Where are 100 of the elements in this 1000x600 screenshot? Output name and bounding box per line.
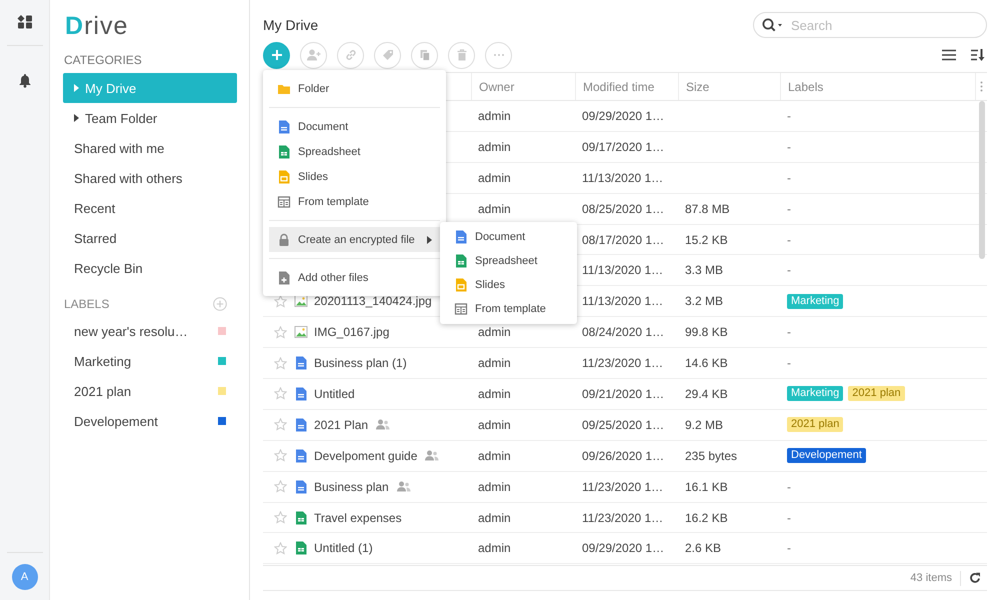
menu-item[interactable]: Document	[440, 225, 577, 249]
spreadsheet-icon	[277, 144, 291, 158]
caret-icon	[74, 84, 79, 92]
document-icon	[294, 418, 308, 432]
file-name[interactable]: Business plan (1)	[314, 356, 407, 370]
table-cell: 16.2 KB	[685, 510, 728, 525]
column-menu-icon[interactable]	[980, 81, 983, 92]
file-name[interactable]: Develpoment guide	[314, 448, 418, 463]
template-icon	[277, 194, 291, 208]
scrollbar-thumb[interactable]	[979, 101, 985, 259]
add-button[interactable]	[263, 42, 290, 68]
nav-item[interactable]: Recycle Bin	[63, 253, 237, 283]
label-tag[interactable]: Developement	[787, 448, 866, 464]
delete-button[interactable]	[448, 42, 475, 68]
table-cell: 09/17/2020 1…	[582, 140, 664, 154]
table-cell: 15.2 KB	[685, 232, 728, 246]
nav-item[interactable]: Shared with others	[63, 163, 237, 193]
spreadsheet-icon	[454, 254, 468, 268]
nav-item[interactable]: Recent	[63, 193, 237, 223]
menu-item[interactable]: Folder	[269, 76, 440, 101]
menu-item[interactable]: Slides	[440, 273, 577, 297]
table-cell: 11/13/2020 1…	[582, 170, 664, 185]
star-icon[interactable]	[274, 449, 287, 462]
image-icon	[294, 325, 308, 340]
add-icon[interactable]	[213, 297, 227, 311]
copy-button[interactable]	[411, 42, 438, 68]
table-cell: admin	[478, 448, 511, 463]
table-cell: admin	[478, 140, 511, 154]
add-user-icon	[306, 49, 320, 61]
column-header[interactable]: Size	[686, 80, 710, 94]
menu-item[interactable]: Slides	[269, 164, 440, 189]
link-button[interactable]	[337, 42, 364, 68]
tag-button[interactable]	[374, 42, 401, 68]
sort-icon[interactable]	[971, 48, 985, 62]
document-icon	[294, 386, 308, 401]
bell-icon[interactable]	[18, 73, 32, 88]
table-cell: admin	[478, 510, 511, 525]
file-name[interactable]: 20201113_140424.jpg	[314, 294, 432, 308]
file-name[interactable]: Untitled	[314, 386, 355, 401]
star-icon[interactable]	[274, 511, 287, 524]
table-cell: 14.6 KB	[685, 356, 728, 370]
table-cell: -	[787, 541, 791, 556]
document-icon	[277, 120, 291, 134]
menu-item[interactable]: Spreadsheet	[269, 139, 440, 164]
label-item[interactable]: 2021 plan	[63, 376, 237, 406]
table-cell: 08/25/2020 1…	[582, 202, 664, 216]
label-item[interactable]: Developement	[63, 406, 237, 436]
table-cell: admin	[478, 170, 511, 185]
table-cell: -	[787, 325, 791, 340]
column-header[interactable]: Modified time	[583, 80, 654, 94]
star-icon[interactable]	[274, 418, 287, 432]
document-icon	[294, 448, 308, 463]
star-icon[interactable]	[274, 480, 287, 494]
file-name[interactable]: 2021 Plan	[314, 418, 368, 432]
copy-icon	[418, 49, 430, 61]
add-file-icon	[277, 270, 291, 284]
more-button[interactable]	[485, 42, 512, 68]
file-name[interactable]: IMG_0167.jpg	[314, 325, 390, 340]
nav-item[interactable]: Team Folder	[63, 103, 237, 133]
menu-item[interactable]: Create an encrypted file	[269, 227, 440, 252]
table-cell: 3.3 MB	[685, 263, 724, 278]
table-cell: 9.2 MB	[685, 418, 724, 432]
file-name[interactable]: Travel expenses	[314, 510, 402, 525]
menu-item[interactable]: Spreadsheet	[440, 249, 577, 273]
drive-logo: Drive	[65, 11, 130, 41]
share-button[interactable]	[300, 42, 327, 68]
table-cell: admin	[478, 325, 511, 340]
search-field[interactable]: Search	[753, 12, 987, 38]
star-icon[interactable]	[274, 356, 287, 370]
nav-item[interactable]: Starred	[63, 223, 237, 253]
table-cell: admin	[478, 541, 511, 556]
menu-item[interactable]: From template	[440, 297, 577, 321]
refresh-icon[interactable]	[969, 572, 981, 584]
list-view-icon[interactable]	[942, 49, 956, 61]
template-icon	[454, 302, 468, 316]
search-icon[interactable]	[762, 18, 784, 32]
table-cell: 29.4 KB	[685, 386, 728, 401]
star-icon[interactable]	[274, 387, 287, 400]
table-cell: -	[787, 232, 791, 246]
star-icon[interactable]	[274, 294, 287, 308]
apps-icon[interactable]	[16, 15, 32, 29]
table-cell: 99.8 KB	[685, 325, 728, 340]
menu-item[interactable]: Document	[269, 114, 440, 139]
column-header[interactable]: Owner	[479, 80, 514, 94]
star-icon[interactable]	[274, 542, 287, 555]
label-item[interactable]: Marketing	[63, 346, 237, 376]
page-title: My Drive	[263, 17, 318, 33]
spreadsheet-icon	[294, 541, 308, 556]
column-header[interactable]: Labels	[788, 80, 824, 94]
menu-item[interactable]: From template	[269, 189, 440, 214]
file-name[interactable]: Business plan	[314, 480, 389, 494]
table-cell: 2.6 KB	[685, 541, 722, 556]
file-name[interactable]: Untitled (1)	[314, 541, 373, 556]
table-cell: 11/13/2020 1…	[582, 294, 664, 308]
star-icon[interactable]	[274, 326, 287, 339]
table-cell: -	[787, 140, 791, 154]
table-cell: -	[787, 356, 791, 370]
menu-item[interactable]: Add other files	[269, 265, 440, 290]
label-item[interactable]: new year's resolu…	[63, 316, 237, 346]
nav-item[interactable]: Shared with me	[63, 133, 237, 163]
